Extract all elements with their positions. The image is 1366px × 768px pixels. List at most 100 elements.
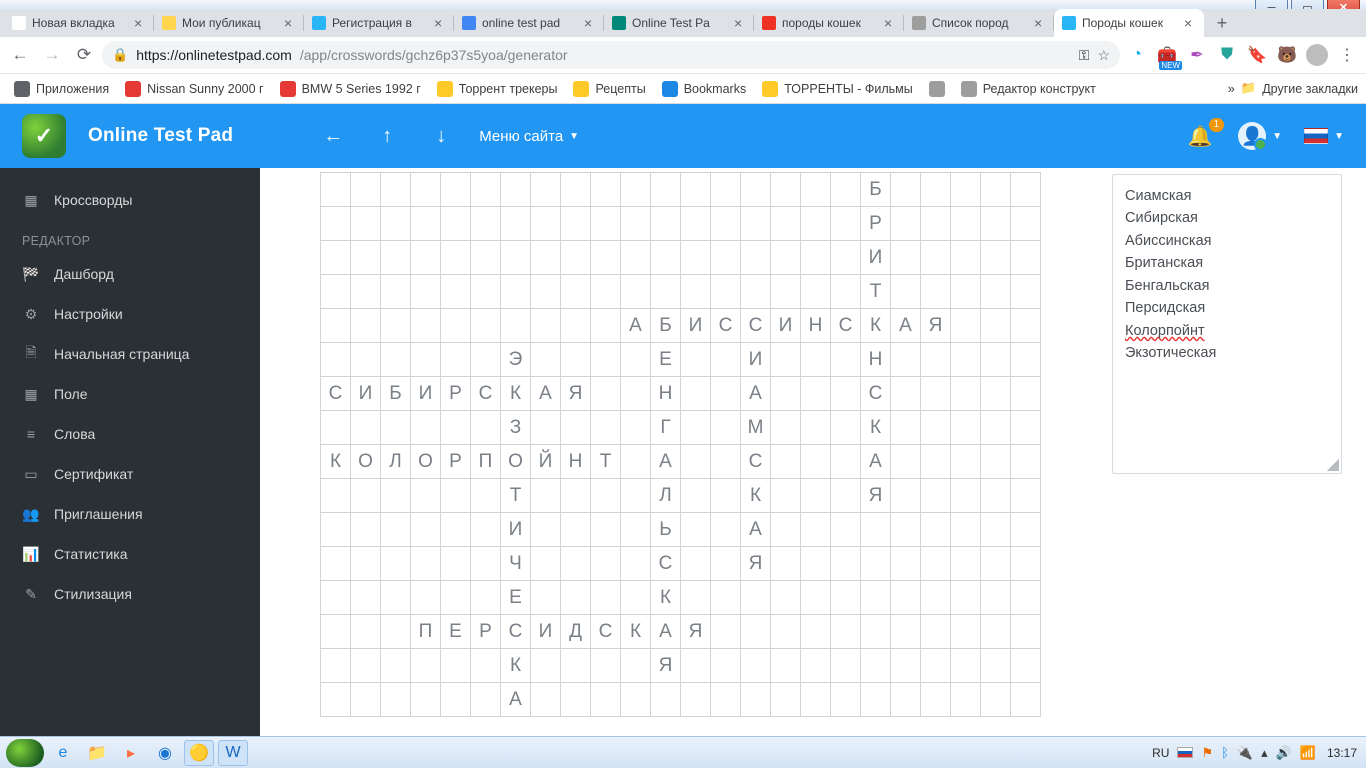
crossword-cell[interactable] (921, 377, 951, 411)
crossword-cell[interactable] (471, 309, 501, 343)
sidebar-item[interactable]: ▦Кроссворды (0, 180, 260, 220)
crossword-cell[interactable] (741, 683, 771, 717)
sidebar-item[interactable]: 🏁Дашборд (0, 254, 260, 294)
crossword-cell[interactable] (381, 309, 411, 343)
taskbar-word-icon[interactable]: W (218, 740, 248, 766)
crossword-cell[interactable] (531, 649, 561, 683)
user-menu-button[interactable]: 👤 ▼ (1238, 122, 1282, 150)
crossword-cell[interactable] (951, 615, 981, 649)
crossword-cell[interactable] (771, 377, 801, 411)
crossword-cell[interactable] (621, 581, 651, 615)
crossword-cell[interactable]: И (741, 343, 771, 377)
crossword-cell[interactable] (771, 547, 801, 581)
crossword-cell[interactable] (441, 207, 471, 241)
crossword-cell[interactable] (921, 241, 951, 275)
crossword-cell[interactable] (1011, 343, 1041, 377)
crossword-cell[interactable] (351, 513, 381, 547)
crossword-cell[interactable] (321, 173, 351, 207)
ext-icon-3[interactable]: ✒ (1184, 42, 1210, 68)
crossword-cell[interactable] (681, 377, 711, 411)
crossword-cell[interactable]: Б (651, 309, 681, 343)
crossword-cell[interactable] (591, 173, 621, 207)
crossword-cell[interactable]: С (591, 615, 621, 649)
crossword-cell[interactable] (831, 377, 861, 411)
crossword-cell[interactable]: Л (651, 479, 681, 513)
crossword-cell[interactable] (591, 683, 621, 717)
bookmark-item[interactable]: Редактор конструкт (955, 77, 1102, 101)
crossword-cell[interactable] (441, 581, 471, 615)
word-list-item[interactable]: Персидская (1125, 297, 1329, 319)
crossword-cell[interactable] (891, 377, 921, 411)
crossword-cell[interactable] (471, 411, 501, 445)
crossword-cell[interactable] (801, 207, 831, 241)
browser-tab[interactable]: Список пород× (904, 9, 1054, 37)
crossword-cell[interactable] (801, 173, 831, 207)
crossword-cell[interactable] (651, 173, 681, 207)
crossword-cell[interactable] (891, 241, 921, 275)
crossword-cell[interactable] (741, 207, 771, 241)
crossword-cell[interactable] (441, 411, 471, 445)
browser-tab-active[interactable]: Породы кошек× (1054, 9, 1204, 37)
crossword-cell[interactable]: Р (441, 377, 471, 411)
crossword-cell[interactable] (831, 683, 861, 717)
crossword-cell[interactable] (531, 479, 561, 513)
crossword-cell[interactable] (771, 411, 801, 445)
crossword-cell[interactable] (351, 581, 381, 615)
crossword-cell[interactable] (441, 479, 471, 513)
crossword-cell[interactable] (981, 411, 1011, 445)
crossword-cell[interactable]: И (681, 309, 711, 343)
crossword-cell[interactable] (501, 207, 531, 241)
tray-volume-icon[interactable]: 🔊 (1276, 745, 1292, 761)
crossword-cell[interactable]: Ь (651, 513, 681, 547)
crossword-cell[interactable] (441, 309, 471, 343)
crossword-cell[interactable] (1011, 683, 1041, 717)
crossword-cell[interactable] (441, 513, 471, 547)
nav-forward-button[interactable]: → (38, 41, 66, 69)
crossword-cell[interactable] (951, 479, 981, 513)
crossword-cell[interactable] (561, 581, 591, 615)
crossword-cell[interactable] (471, 683, 501, 717)
crossword-cell[interactable]: К (621, 615, 651, 649)
crossword-cell[interactable]: К (861, 309, 891, 343)
crossword-cell[interactable] (531, 207, 561, 241)
crossword-cell[interactable] (711, 649, 741, 683)
crossword-cell[interactable] (561, 207, 591, 241)
crossword-cell[interactable] (831, 513, 861, 547)
crossword-cell[interactable] (621, 411, 651, 445)
crossword-cell[interactable] (321, 411, 351, 445)
crossword-cell[interactable] (651, 275, 681, 309)
tray-chevron-up-icon[interactable]: ▴ (1261, 745, 1268, 761)
crossword-cell[interactable] (441, 275, 471, 309)
crossword-cell[interactable] (891, 649, 921, 683)
crossword-cell[interactable] (801, 683, 831, 717)
crossword-cell[interactable] (681, 207, 711, 241)
crossword-cell[interactable] (861, 615, 891, 649)
crossword-cell[interactable] (981, 445, 1011, 479)
crossword-cell[interactable] (411, 411, 441, 445)
bookmark-item[interactable]: Bookmarks (656, 77, 753, 101)
crossword-cell[interactable] (471, 513, 501, 547)
crossword-cell[interactable] (831, 241, 861, 275)
crossword-cell[interactable] (711, 411, 741, 445)
crossword-cell[interactable] (471, 649, 501, 683)
crossword-cell[interactable] (951, 343, 981, 377)
crossword-cell[interactable]: Э (501, 343, 531, 377)
crossword-cell[interactable] (921, 343, 951, 377)
crossword-cell[interactable] (561, 683, 591, 717)
taskbar-ie-icon[interactable]: e (48, 740, 78, 766)
crossword-cell[interactable]: А (861, 445, 891, 479)
crossword-cell[interactable] (621, 649, 651, 683)
crossword-cell[interactable] (591, 207, 621, 241)
crossword-cell[interactable] (501, 173, 531, 207)
crossword-cell[interactable] (891, 581, 921, 615)
crossword-cell[interactable]: Е (441, 615, 471, 649)
crossword-cell[interactable]: Т (591, 445, 621, 479)
word-list-box[interactable]: СиамскаяСибирскаяАбиссинскаяБританскаяБе… (1112, 174, 1342, 474)
crossword-cell[interactable] (711, 683, 741, 717)
crossword-cell[interactable] (441, 173, 471, 207)
crossword-cell[interactable] (891, 343, 921, 377)
crossword-cell[interactable] (891, 615, 921, 649)
crossword-cell[interactable] (711, 275, 741, 309)
crossword-cell[interactable] (621, 513, 651, 547)
crossword-cell[interactable]: Р (861, 207, 891, 241)
